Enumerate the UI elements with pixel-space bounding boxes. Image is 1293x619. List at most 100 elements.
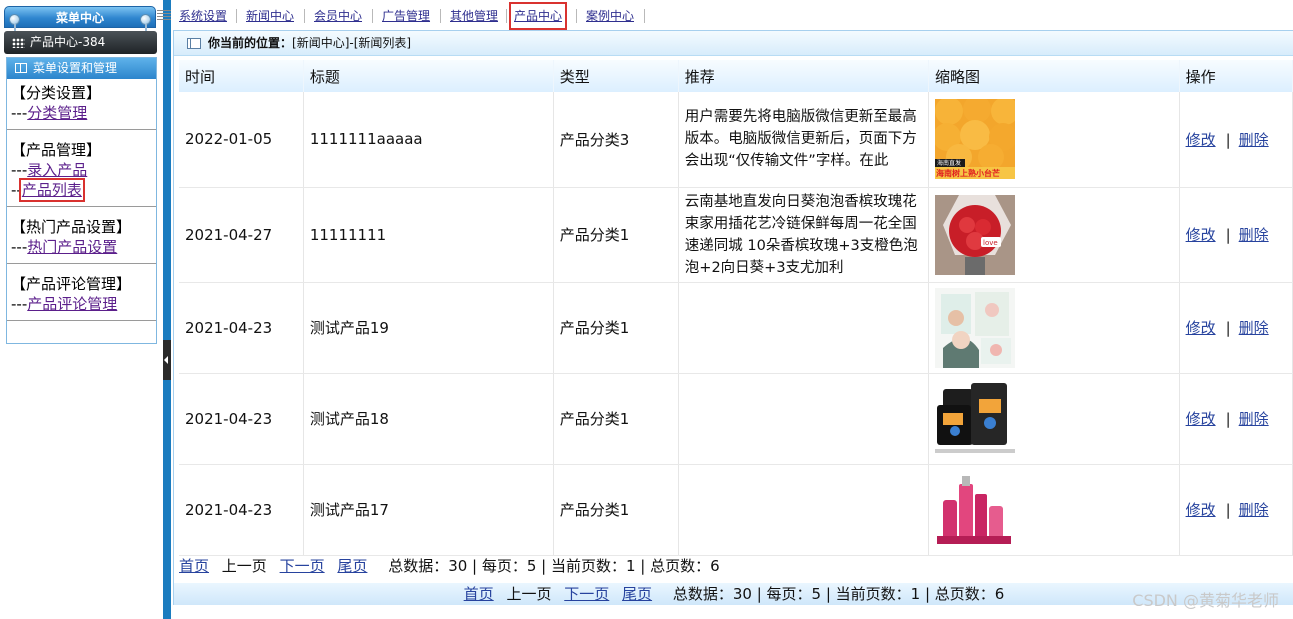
pager-last-link[interactable]: 尾页 [337,557,367,575]
product-table: 时间 标题 类型 推荐 缩略图 操作 2022-01-05 1111111aaa… [179,60,1293,556]
menu-title-label: 菜单设置和管理 [33,61,118,75]
cell-recommend [678,464,930,556]
nav-case-center[interactable]: 案例中心 [586,4,634,28]
delete-link[interactable]: 删除 [1239,131,1269,149]
menu-group-product: 【产品管理】 ---录入产品 --产品列表 [7,130,156,207]
menu-group-comment: 【产品评论管理】 ---产品评论管理 [7,264,156,321]
nav-separator [304,9,305,23]
table-row: 2022-01-05 1111111aaaaa 产品分类3 用户需要先将电脑版微… [179,92,1293,188]
cell-thumbnail [928,373,1180,465]
cell-title: 11111111 [303,187,554,283]
action-separator: | [1225,410,1231,428]
col-header-date: 时间 [179,60,304,92]
cell-type: 产品分类1 [553,373,679,465]
module-selector[interactable]: 产品中心-384 [4,31,157,54]
menu-box: 菜单设置和管理 【分类设置】 ---分类管理 【产品管理】 ---录入产品 --… [6,57,157,344]
action-separator: | [1225,319,1231,337]
cell-actions: 修改 | 删除 [1179,187,1293,283]
nav-member-center[interactable]: 会员中心 [314,4,362,28]
cell-thumbnail: love [928,187,1180,283]
cell-recommend [678,373,930,465]
hot-product-link[interactable]: 热门产品设置 [27,238,117,256]
nav-separator [440,9,441,23]
top-nav: 系统设置 新闻中心 会员中心 广告管理 其他管理 产品中心 案例中心 [154,2,1293,30]
group-title: 【产品评论管理】 [11,275,132,293]
edit-link[interactable]: 修改 [1186,131,1216,149]
delete-link[interactable]: 删除 [1239,410,1269,428]
nav-ad-manage[interactable]: 广告管理 [382,4,430,28]
cell-actions: 修改 | 删除 [1179,464,1293,556]
pink-cosmetics-image [935,469,1016,550]
collapse-toggle[interactable] [163,340,171,380]
cell-type: 产品分类1 [553,464,679,556]
product-comment-link[interactable]: 产品评论管理 [27,295,117,313]
pager-summary: 总数据：30 | 每页：5 | 当前页数：1 | 总页数：6 [672,585,1005,603]
edit-link[interactable]: 修改 [1186,410,1216,428]
col-header-title: 标题 [303,60,554,92]
pager-first-link[interactable]: 首页 [464,585,494,603]
table-header-row: 时间 标题 类型 推荐 缩略图 操作 [179,60,1293,92]
black-box-product-image [935,378,1016,459]
sidebar-splitter[interactable] [163,0,171,619]
nav-separator [372,9,373,23]
nav-other-manage[interactable]: 其他管理 [450,4,498,28]
table-row: 2021-04-27 11111111 产品分类1 云南基地直发向日葵泡泡香槟玫… [179,187,1293,283]
menu-group-hot-product: 【热门产品设置】 ---热门产品设置 [7,207,156,264]
cell-type: 产品分类1 [553,187,679,283]
cell-title: 测试产品19 [303,282,554,374]
product-list-link[interactable]: 产品列表 [18,178,85,202]
add-product-link[interactable]: 录入产品 [27,161,87,179]
cell-type: 产品分类1 [553,282,679,374]
delete-link[interactable]: 删除 [1239,226,1269,244]
cell-recommend: 云南基地直发向日葵泡泡香槟玫瑰花束家用插花艺冷链保鲜每周一花全国速递同城 10朵… [678,187,930,283]
col-header-actions: 操作 [1179,60,1293,92]
menu-item: ---录入产品 [11,160,156,180]
pager-last-link[interactable]: 尾页 [622,585,652,603]
cell-actions: 修改 | 删除 [1179,282,1293,374]
pager-bottom: 首页 上一页 下一页 尾页 总数据：30 | 每页：5 | 当前页数：1 | 总… [174,583,1293,605]
category-manage-link[interactable]: 分类管理 [27,104,87,122]
cell-title: 1111111aaaaa [303,92,554,188]
thumb-caption-1: 海南直发 [937,159,961,167]
rose-bouquet-image: love [935,194,1016,275]
nav-separator [236,9,237,23]
edit-link[interactable]: 修改 [1186,319,1216,337]
pin-icon [9,14,20,32]
nav-system-settings[interactable]: 系统设置 [179,4,227,28]
pager-first-link[interactable]: 首页 [179,557,209,575]
cell-date: 2021-04-23 [179,282,304,374]
location-path: [新闻中心]-[新闻列表] [292,36,412,50]
cell-type: 产品分类3 [553,92,679,188]
watermark: CSDN @黄菊华老师 [1132,591,1279,610]
edit-link[interactable]: 修改 [1186,501,1216,519]
cell-title: 测试产品17 [303,464,554,556]
location-label: 你当前的位置： [208,36,293,50]
action-separator: | [1225,226,1231,244]
pager-next-link[interactable]: 下一页 [280,557,325,575]
nav-news-center[interactable]: 新闻中心 [246,4,294,28]
main-panel: 你当前的位置：[新闻中心]-[新闻列表] 时间 标题 类型 推荐 缩略图 操作 … [173,30,1293,605]
cell-thumbnail: 海南直发 海南树上熟小台芒 [928,92,1180,188]
delete-link[interactable]: 删除 [1239,319,1269,337]
pager-summary: 总数据：30 | 每页：5 | 当前页数：1 | 总页数：6 [388,557,720,575]
table-row: 2021-04-23 测试产品19 产品分类1 修改 | 删除 [179,282,1293,374]
cell-actions: 修改 | 删除 [1179,373,1293,465]
book-icon [15,63,27,73]
nav-separator [644,9,645,23]
cell-date: 2021-04-23 [179,373,304,465]
action-separator: | [1225,130,1231,149]
menu-lines-icon [157,10,171,22]
group-title: 【分类设置】 [11,84,102,102]
menu-group-category: 【分类设置】 ---分类管理 [7,79,156,130]
mango-image: 海南直发 海南树上熟小台芒 [935,99,1016,180]
nav-product-center[interactable]: 产品中心 [508,2,568,30]
menu-item-prefix: --- [11,161,28,179]
edit-link[interactable]: 修改 [1186,226,1216,244]
menu-center-header: 菜单中心 [4,6,156,32]
menu-settings-title: 菜单设置和管理 [7,58,156,79]
cell-recommend: 用户需要先将电脑版微信更新至最高版本。电脑版微信更新后，页面下方会出现“仅传输文… [678,92,930,188]
pager-next-link[interactable]: 下一页 [564,585,609,603]
delete-link[interactable]: 删除 [1239,501,1269,519]
col-header-thumbnail: 缩略图 [928,60,1180,92]
cell-thumbnail [928,464,1180,556]
